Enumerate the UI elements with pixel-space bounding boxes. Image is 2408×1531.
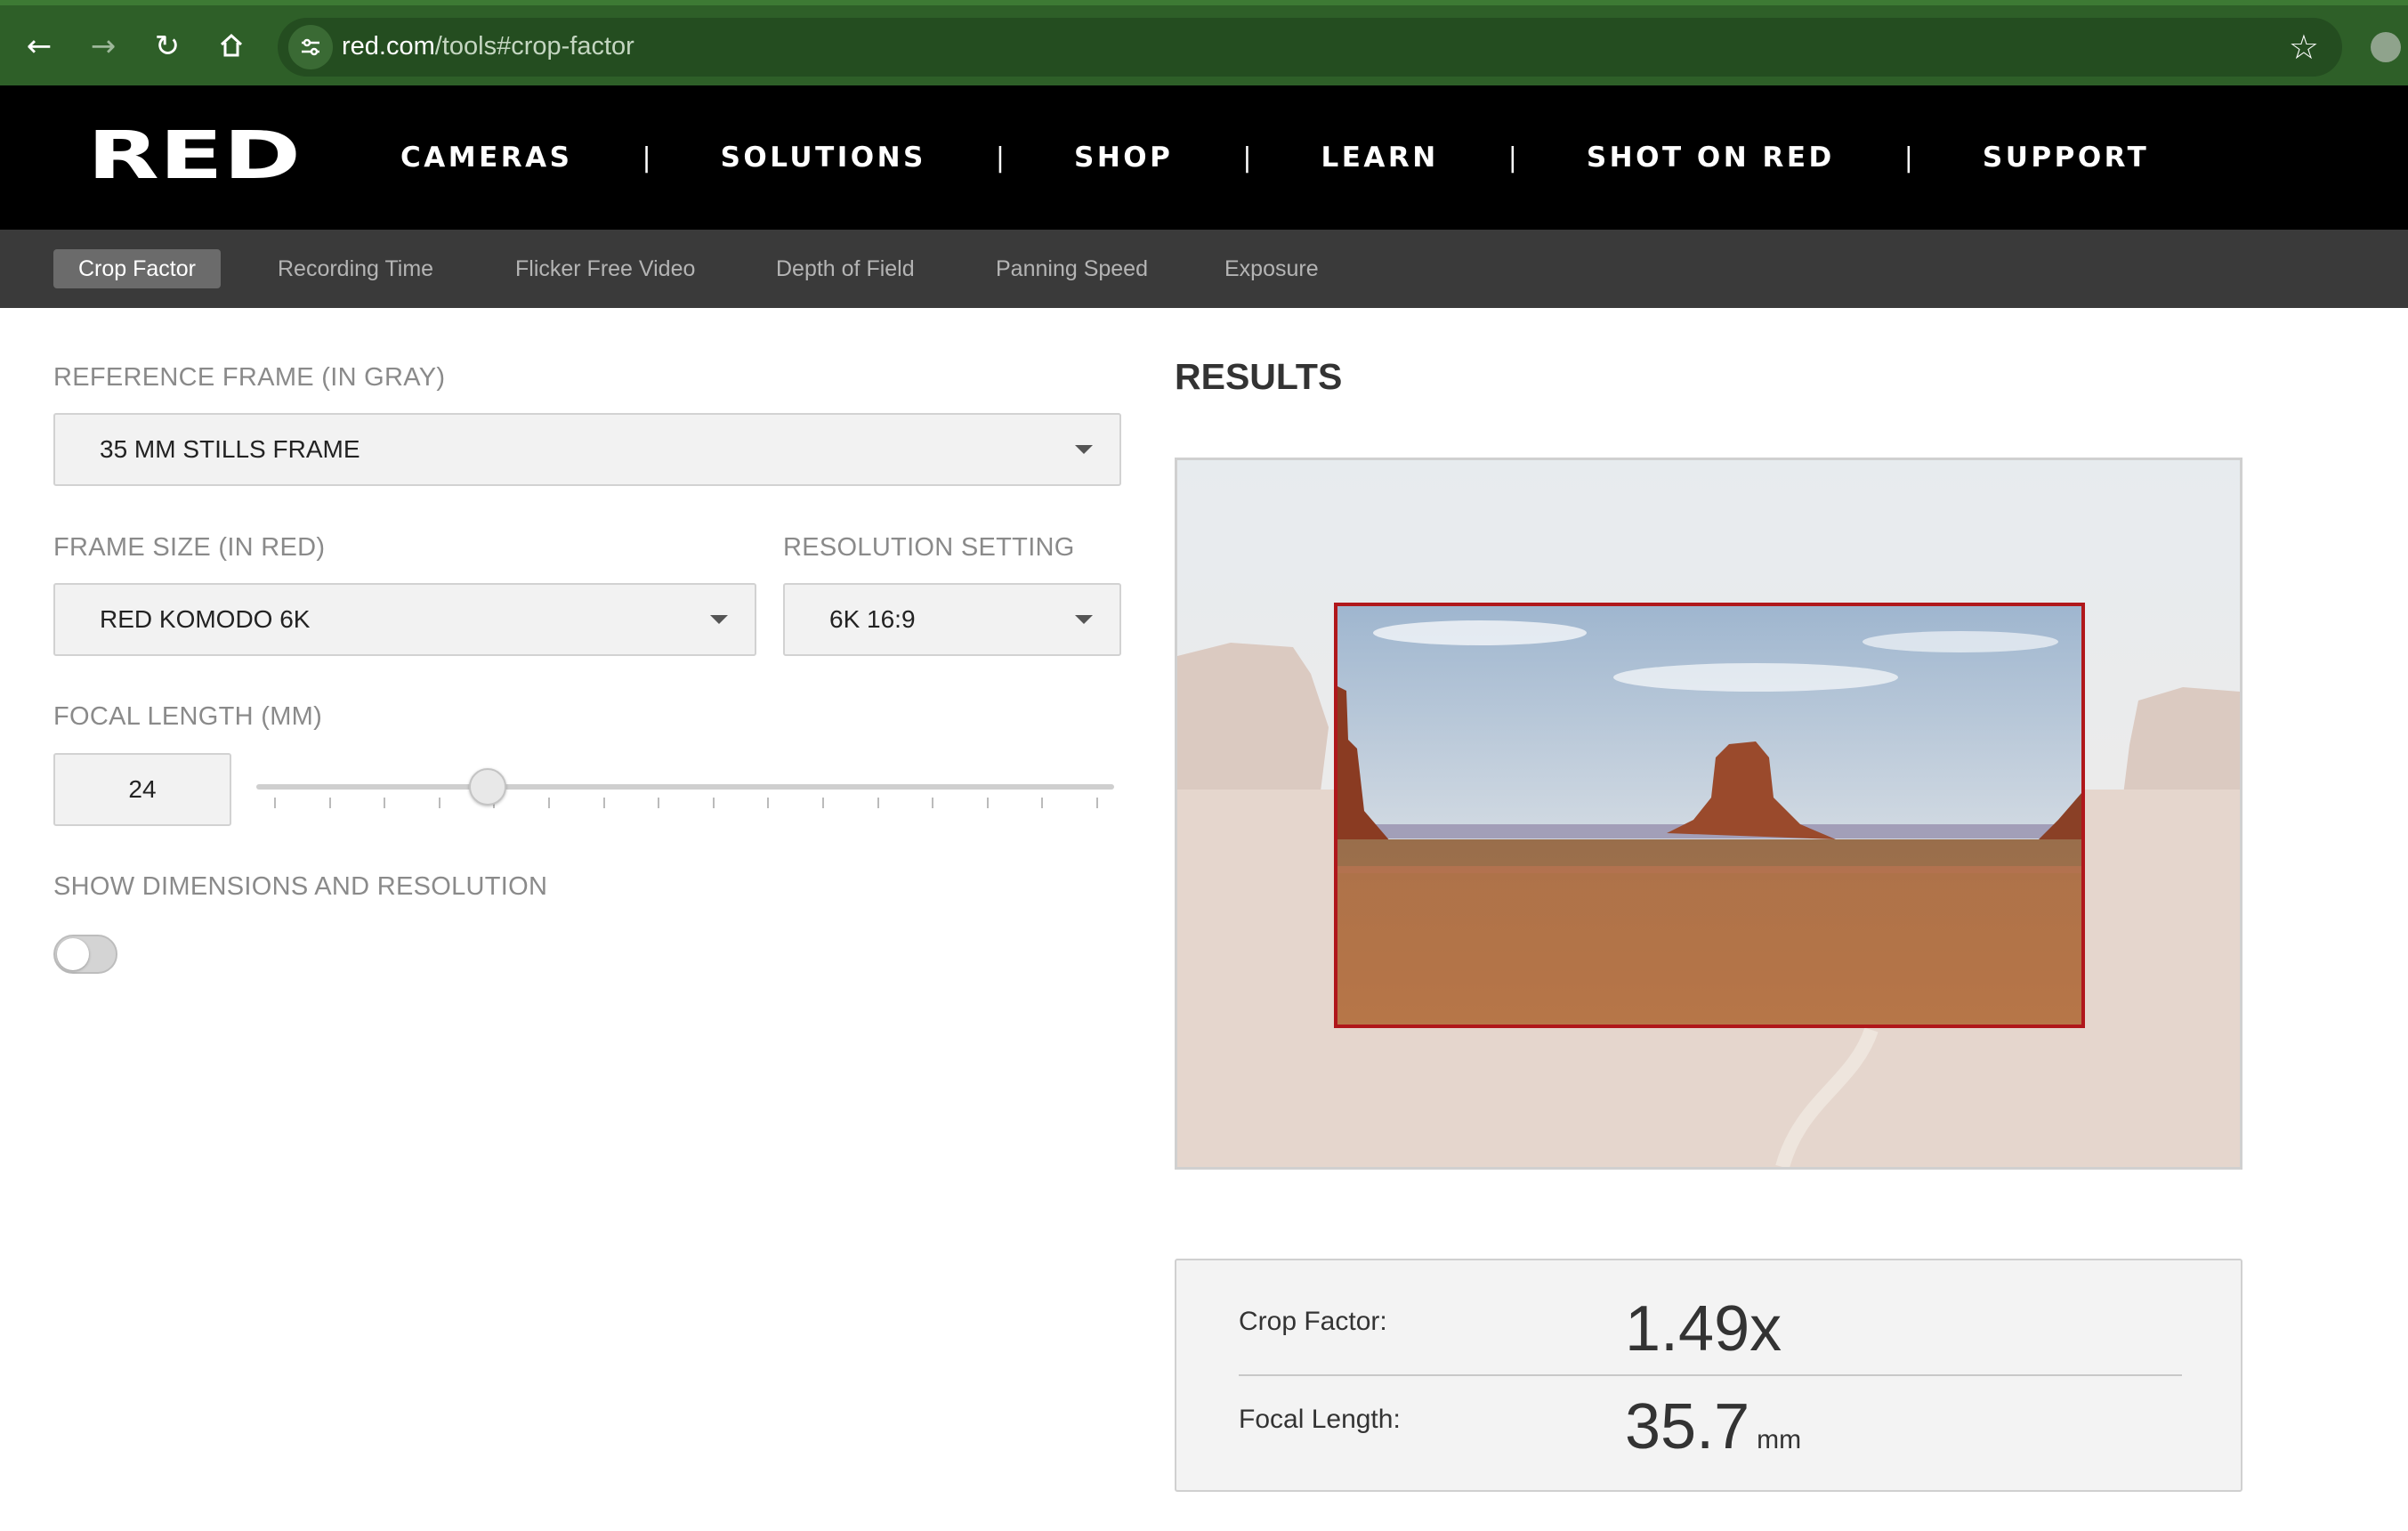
chevron-down-icon <box>1075 615 1093 624</box>
slider-tick <box>712 798 715 808</box>
url-domain: red.com <box>342 32 435 61</box>
focal-length-slider-track[interactable] <box>256 784 1114 790</box>
frame-size-label: FRAME SIZE (IN RED) <box>53 533 326 562</box>
focal-length-label: FOCAL LENGTH (MM) <box>53 702 323 731</box>
resolution-setting-label: RESOLUTION SETTING <box>783 533 1075 562</box>
reference-frame-label: REFERENCE FRAME (IN GRAY) <box>53 363 446 392</box>
slider-tick <box>438 798 440 808</box>
nav-separator: | <box>1903 142 1913 174</box>
slider-tick <box>602 798 605 808</box>
site-header: RED CAMERAS | SOLUTIONS | SHOP | LEARN |… <box>0 85 2408 230</box>
red-logo[interactable]: RED <box>87 117 303 194</box>
results-title: RESULTS <box>1175 356 1343 397</box>
slider-tick <box>986 798 989 808</box>
results-divider <box>1239 1374 2182 1376</box>
site-settings-icon[interactable] <box>288 25 333 69</box>
address-bar[interactable]: red.com/tools#crop-factor ☆ <box>278 18 2342 77</box>
resolution-setting-select[interactable]: 6K 16:9 <box>783 583 1121 656</box>
nav-separator: | <box>1507 142 1517 174</box>
tab-exposure[interactable]: Exposure <box>1200 249 1344 288</box>
extension-icon[interactable] <box>2371 32 2401 62</box>
back-icon[interactable]: ← <box>20 27 59 66</box>
tab-depth-of-field[interactable]: Depth of Field <box>751 249 940 288</box>
chevron-down-icon <box>1075 445 1093 454</box>
main-nav: CAMERAS | SOLUTIONS | SHOP | LEARN | SHO… <box>400 85 2149 230</box>
slider-tick <box>274 798 276 808</box>
url-path: /tools#crop-factor <box>434 32 634 61</box>
nav-support[interactable]: SUPPORT <box>1983 142 2149 174</box>
logo-text: RED <box>87 130 301 182</box>
forward-icon[interactable]: → <box>84 27 123 66</box>
nav-solutions[interactable]: SOLUTIONS <box>721 142 926 174</box>
slider-tick <box>658 798 660 808</box>
nav-separator: | <box>1242 142 1252 174</box>
focal-length-input[interactable]: 24 <box>53 753 231 826</box>
focal-length-unit: mm <box>1757 1425 1802 1454</box>
slider-tick <box>767 798 770 808</box>
slider-tick <box>384 798 386 808</box>
nav-separator: | <box>642 142 651 174</box>
bookmark-star-icon[interactable]: ☆ <box>2289 27 2319 68</box>
slider-tick <box>1096 798 1098 808</box>
tab-recording-time[interactable]: Recording Time <box>253 249 458 288</box>
crop-frame-overlay <box>1334 603 2085 1028</box>
toggle-knob <box>57 938 89 970</box>
nav-shot-on-red[interactable]: SHOT ON RED <box>1587 142 1835 174</box>
slider-tick <box>822 798 824 808</box>
browser-toolbar: ← → ↻ red.com/tools#crop-factor ☆ <box>0 0 2408 85</box>
reload-icon[interactable]: ↻ <box>148 27 187 66</box>
home-icon[interactable] <box>212 27 251 66</box>
frame-size-value: RED KOMODO 6K <box>100 605 311 633</box>
chevron-down-icon <box>710 615 728 624</box>
results-panel: Crop Factor: 1.49x Focal Length: 35.7 mm <box>1175 1259 2242 1492</box>
crop-factor-label: Crop Factor: <box>1239 1307 1387 1336</box>
slider-tick <box>877 798 879 808</box>
nav-shop[interactable]: SHOP <box>1074 142 1173 174</box>
reference-frame-select[interactable]: 35 MM STILLS FRAME <box>53 413 1121 486</box>
focal-length-result: 35.7 mm <box>1625 1390 1801 1463</box>
slider-tick <box>548 798 550 808</box>
resolution-setting-value: 6K 16:9 <box>829 605 916 633</box>
nav-separator: | <box>995 142 1005 174</box>
focal-length-result-value: 35.7 <box>1625 1391 1750 1462</box>
nav-learn[interactable]: LEARN <box>1321 142 1438 174</box>
show-dimensions-toggle[interactable] <box>53 935 117 974</box>
tab-panning-speed[interactable]: Panning Speed <box>971 249 1173 288</box>
crop-preview-image <box>1175 458 2242 1170</box>
url-text[interactable]: red.com/tools#crop-factor <box>342 32 634 61</box>
cropped-landscape <box>1337 606 2081 1025</box>
frame-size-select[interactable]: RED KOMODO 6K <box>53 583 756 656</box>
slider-tick <box>1041 798 1044 808</box>
focal-length-slider-thumb[interactable] <box>469 768 507 806</box>
show-dimensions-label: SHOW DIMENSIONS AND RESOLUTION <box>53 872 548 901</box>
crop-factor-value: 1.49x <box>1625 1293 1782 1365</box>
nav-cameras[interactable]: CAMERAS <box>400 142 572 174</box>
focal-length-result-label: Focal Length: <box>1239 1405 1401 1434</box>
slider-tick <box>328 798 331 808</box>
tab-flicker-free-video[interactable]: Flicker Free Video <box>490 249 720 288</box>
tools-subnav: Crop Factor Recording Time Flicker Free … <box>0 230 2408 308</box>
slider-tick <box>932 798 934 808</box>
tab-crop-factor[interactable]: Crop Factor <box>53 249 221 288</box>
reference-frame-value: 35 MM STILLS FRAME <box>100 435 360 463</box>
